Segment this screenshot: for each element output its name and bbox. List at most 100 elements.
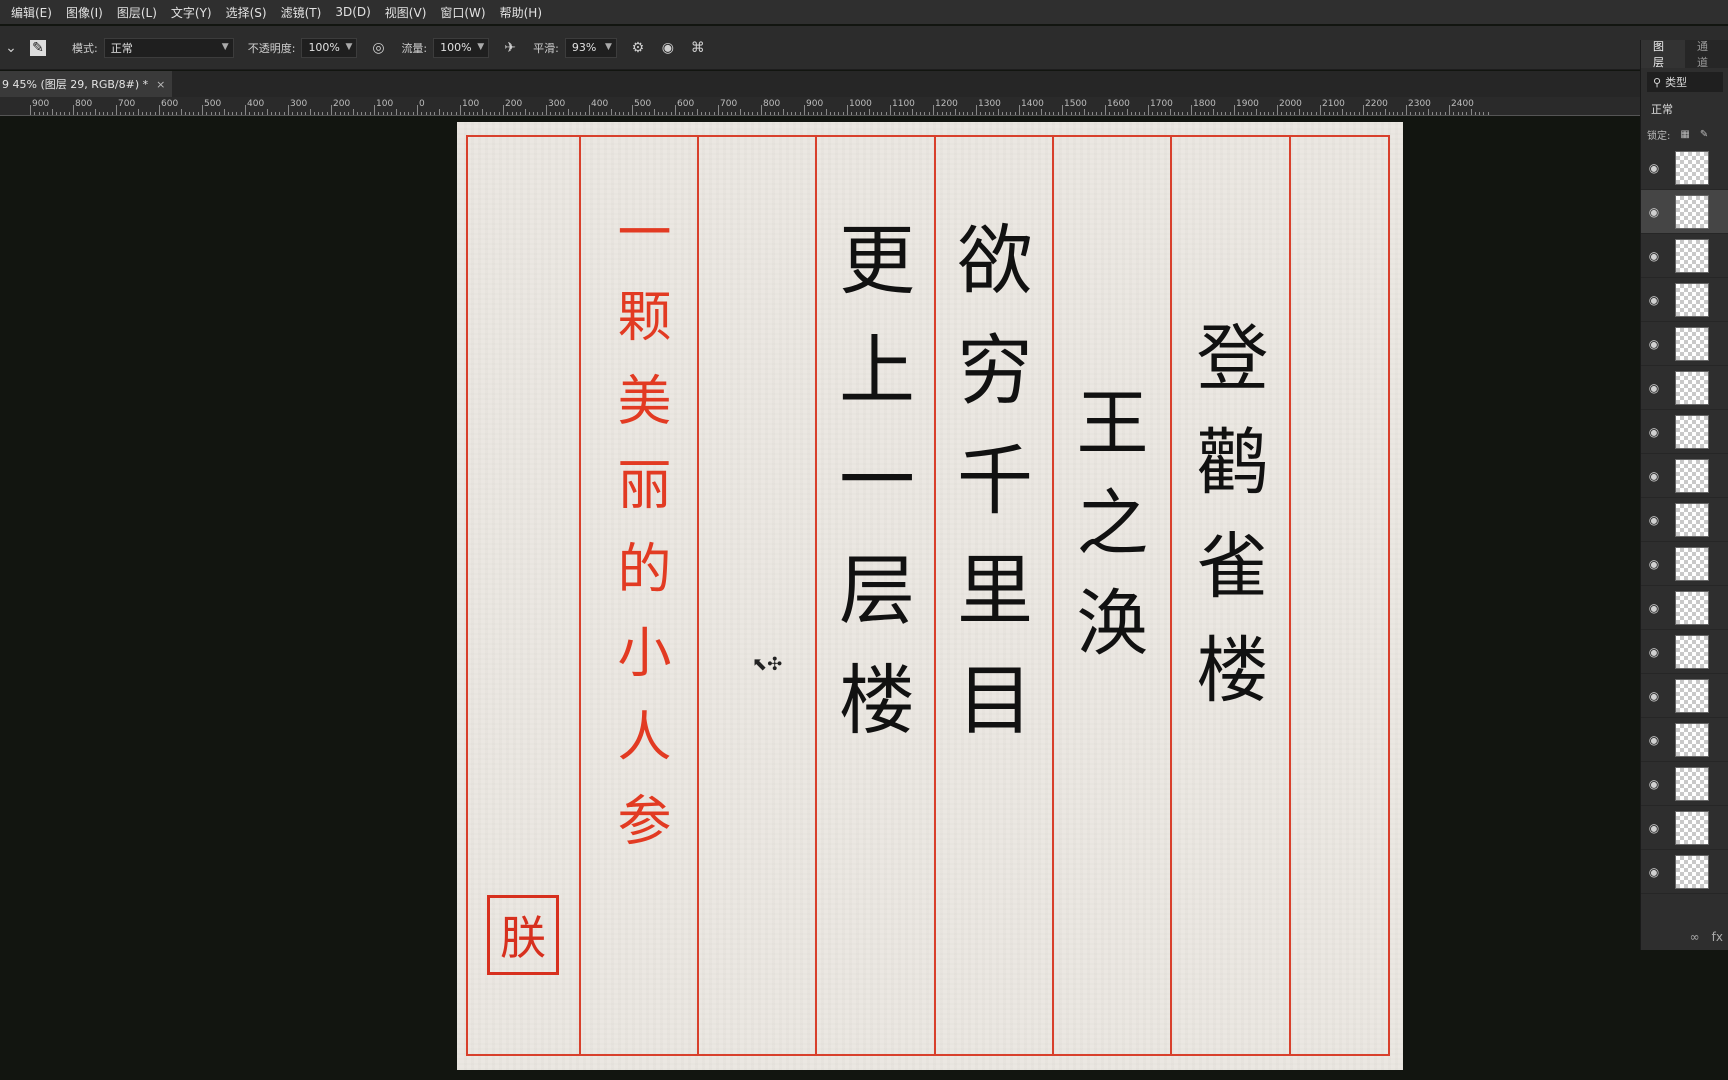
- ruler-tick: [920, 112, 922, 115]
- ruler-tick: [1375, 112, 1377, 115]
- lock-brush-icon[interactable]: ✎: [1700, 129, 1708, 140]
- eye-icon[interactable]: ◉: [1641, 249, 1667, 263]
- pressure-size-icon[interactable]: ◉: [659, 39, 677, 57]
- ruler-tick: [1143, 112, 1145, 115]
- ruler-tick: [30, 105, 31, 115]
- layer-row[interactable]: ◉: [1641, 718, 1728, 762]
- ruler-tick: [77, 112, 79, 115]
- eye-icon[interactable]: ◉: [1641, 205, 1667, 219]
- menu-item[interactable]: 编辑(E): [4, 4, 59, 21]
- layer-row[interactable]: ◉: [1641, 146, 1728, 190]
- menu-item[interactable]: 帮助(H): [493, 4, 549, 21]
- layer-row[interactable]: ◉: [1641, 366, 1728, 410]
- chevron-down-icon[interactable]: ⌄: [2, 39, 20, 57]
- ruler-tick: [1105, 105, 1106, 115]
- ruler-tick: [791, 112, 793, 115]
- menu-item[interactable]: 滤镜(T): [274, 4, 329, 21]
- ruler-tick: [812, 112, 814, 115]
- layer-row[interactable]: ◉: [1641, 542, 1728, 586]
- close-icon[interactable]: ×: [156, 78, 165, 91]
- eye-icon[interactable]: ◉: [1641, 469, 1667, 483]
- menu-item[interactable]: 视图(V): [378, 4, 434, 21]
- link-icon[interactable]: ∞: [1690, 930, 1700, 944]
- eye-icon[interactable]: ◉: [1641, 601, 1667, 615]
- menu-item[interactable]: 文字(Y): [164, 4, 219, 21]
- layer-row[interactable]: ◉: [1641, 806, 1728, 850]
- layer-filter[interactable]: ⚲ 类型: [1647, 72, 1723, 92]
- menu-item[interactable]: 窗口(W): [433, 4, 492, 21]
- layer-row[interactable]: ◉: [1641, 586, 1728, 630]
- ruler-tick: [339, 112, 341, 115]
- layer-row[interactable]: ◉: [1641, 498, 1728, 542]
- lock-label: 锁定:: [1647, 130, 1671, 142]
- layer-row[interactable]: ◉: [1641, 322, 1728, 366]
- ruler-tick: [799, 112, 801, 115]
- layer-row[interactable]: ◉: [1641, 674, 1728, 718]
- layer-row[interactable]: ◉: [1641, 454, 1728, 498]
- poem-line-2: 更上一层楼: [826, 220, 915, 770]
- eye-icon[interactable]: ◉: [1641, 821, 1667, 835]
- eye-icon[interactable]: ◉: [1641, 513, 1667, 527]
- layer-row[interactable]: ◉: [1641, 762, 1728, 806]
- ruler-tick: [343, 112, 345, 115]
- ruler-tick: [743, 112, 745, 115]
- symmetry-icon[interactable]: ⌘: [689, 39, 707, 57]
- ruler-tick: [1074, 112, 1076, 115]
- eye-icon[interactable]: ◉: [1641, 777, 1667, 791]
- menu-item[interactable]: 选择(S): [219, 4, 274, 21]
- ruler-tick: [808, 112, 810, 115]
- menu-item[interactable]: 图像(I): [59, 4, 110, 21]
- lock-pixels-icon[interactable]: ▦: [1680, 129, 1689, 140]
- layer-row[interactable]: ◉: [1641, 190, 1728, 234]
- blend-mode-select[interactable]: 正常: [1641, 96, 1728, 122]
- ruler-label: 1000: [849, 99, 872, 109]
- ruler-tick: [455, 112, 457, 115]
- ruler-label: 200: [505, 99, 523, 109]
- opacity-field[interactable]: 100% ▼: [301, 37, 358, 58]
- layer-thumbnail: [1675, 194, 1709, 229]
- ruler-tick: [64, 112, 66, 115]
- ruler-tick: [1010, 112, 1012, 115]
- ruler-tick: [713, 112, 715, 115]
- menu-item[interactable]: 图层(L): [110, 4, 164, 21]
- ruler-tick: [739, 109, 741, 115]
- ruler-label: 2000: [1279, 99, 1302, 109]
- eye-icon[interactable]: ◉: [1641, 293, 1667, 307]
- eye-icon[interactable]: ◉: [1641, 381, 1667, 395]
- ruler-tick: [859, 112, 861, 115]
- eye-icon[interactable]: ◉: [1641, 337, 1667, 351]
- ruler-label: 0: [419, 99, 425, 109]
- ruler-tick: [601, 112, 603, 115]
- gear-icon[interactable]: ⚙: [629, 39, 647, 57]
- layer-row[interactable]: ◉: [1641, 410, 1728, 454]
- fx-icon[interactable]: fx: [1712, 930, 1723, 944]
- layer-row[interactable]: ◉: [1641, 850, 1728, 894]
- eye-icon[interactable]: ◉: [1641, 733, 1667, 747]
- layer-row[interactable]: ◉: [1641, 630, 1728, 674]
- airbrush-icon[interactable]: ✈: [501, 39, 519, 57]
- document-tab[interactable]: 9 45% (图层 29, RGB/8#) * ×: [0, 71, 172, 97]
- mode-select[interactable]: 正常 ▼: [103, 37, 234, 58]
- ruler-tick: [322, 112, 324, 115]
- ruler-tick: [696, 109, 698, 115]
- menu-item[interactable]: 3D(D): [328, 5, 377, 19]
- ruler-tick: [589, 105, 590, 115]
- eye-icon[interactable]: ◉: [1641, 865, 1667, 879]
- pressure-opacity-icon[interactable]: ◎: [369, 39, 387, 57]
- smooth-label: 平滑:: [533, 41, 559, 55]
- opacity-label: 不透明度:: [247, 41, 296, 55]
- layer-row[interactable]: ◉: [1641, 234, 1728, 278]
- eye-icon[interactable]: ◉: [1641, 645, 1667, 659]
- tab-channels[interactable]: 通道: [1685, 38, 1728, 70]
- brush-preset-icon[interactable]: ✎: [30, 39, 46, 56]
- ruler-tick: [447, 112, 449, 115]
- layer-row[interactable]: ◉: [1641, 278, 1728, 322]
- eye-icon[interactable]: ◉: [1641, 689, 1667, 703]
- tab-layers[interactable]: 图层: [1641, 40, 1685, 69]
- ruler-tick: [232, 112, 234, 115]
- smooth-field[interactable]: 93% ▼: [564, 37, 617, 58]
- eye-icon[interactable]: ◉: [1641, 557, 1667, 571]
- eye-icon[interactable]: ◉: [1641, 161, 1667, 175]
- flow-field[interactable]: 100% ▼: [433, 37, 490, 58]
- eye-icon[interactable]: ◉: [1641, 425, 1667, 439]
